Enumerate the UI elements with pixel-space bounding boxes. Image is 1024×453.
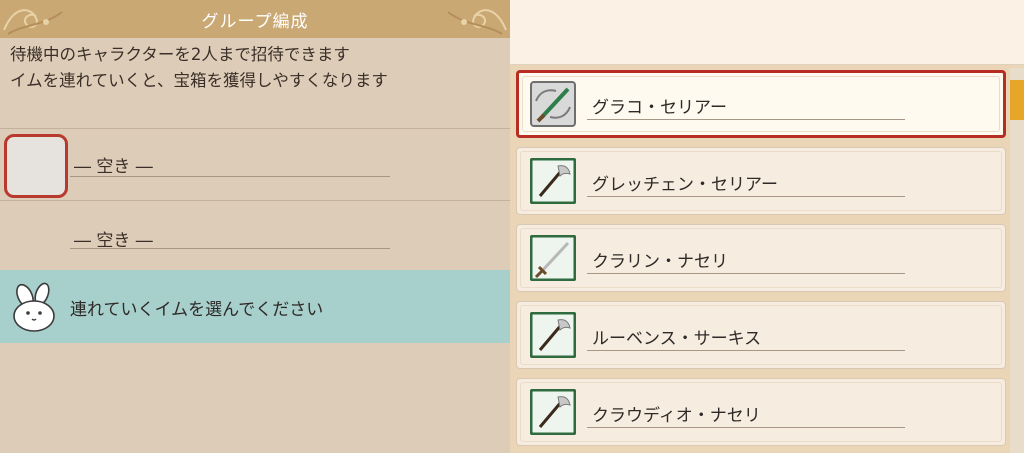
select-companion-prompt: 連れていくイムを選んでください <box>0 270 510 343</box>
axe-icon <box>530 158 576 204</box>
description-line-1: 待機中のキャラクターを2人まで招待できます <box>10 45 350 64</box>
name-underline <box>587 273 905 274</box>
character-name: クラウディオ・ナセリ <box>592 406 761 426</box>
slot-1-underline <box>70 176 390 177</box>
divider <box>0 200 510 201</box>
character-name: クラリン・ナセリ <box>592 252 728 272</box>
axe-icon <box>530 389 576 435</box>
character-card-claudio[interactable]: クラウディオ・ナセリ <box>516 378 1006 446</box>
page-title: グループ編成 <box>201 12 309 32</box>
name-underline <box>587 427 905 428</box>
party-slot-1[interactable] <box>4 134 68 198</box>
divider <box>0 128 510 129</box>
character-name: グラコ・セリアー <box>592 98 727 118</box>
scrollbar-thumb[interactable] <box>1010 80 1024 120</box>
character-card-gretchen[interactable]: グレッチェン・セリアー <box>516 147 1006 215</box>
list-header-area <box>510 0 1024 65</box>
character-name: ルーベンス・サーキス <box>592 329 762 349</box>
character-card-graco[interactable]: グラコ・セリアー <box>516 70 1006 138</box>
character-card-rubens[interactable]: ルーベンス・サーキス <box>516 301 1006 369</box>
description-line-2: イムを連れていくと、宝箱を獲得しやすくなります <box>10 71 388 90</box>
scrollbar-track[interactable] <box>1010 68 1024 453</box>
axe-icon <box>530 312 576 358</box>
ornament-right-icon <box>447 9 507 35</box>
slot-1-label: ― 空き ― <box>74 157 153 177</box>
slot-2-underline <box>70 248 390 249</box>
prompt-text: 連れていくイムを選んでください <box>70 300 324 320</box>
group-formation-panel: グループ編成 待機中のキャラクターを2人まで招待できます イムを連れていくと、宝… <box>0 0 510 453</box>
name-underline <box>587 119 905 120</box>
sword-icon <box>530 81 576 127</box>
sword-icon <box>530 235 576 281</box>
name-underline <box>587 196 905 197</box>
character-name: グレッチェン・セリアー <box>592 175 778 195</box>
panel-header: グループ編成 <box>0 0 510 38</box>
name-underline <box>587 350 905 351</box>
character-list-panel: グラコ・セリアー グレッチェン・セリアー クラリン・ナセリ ルーベンス・サーキス <box>510 0 1024 453</box>
invite-description: 待機中のキャラクターを2人まで招待できます イムを連れていくと、宝箱を獲得しやす… <box>10 42 388 94</box>
im-mascot-icon <box>13 282 55 332</box>
character-card-clarin[interactable]: クラリン・ナセリ <box>516 224 1006 292</box>
